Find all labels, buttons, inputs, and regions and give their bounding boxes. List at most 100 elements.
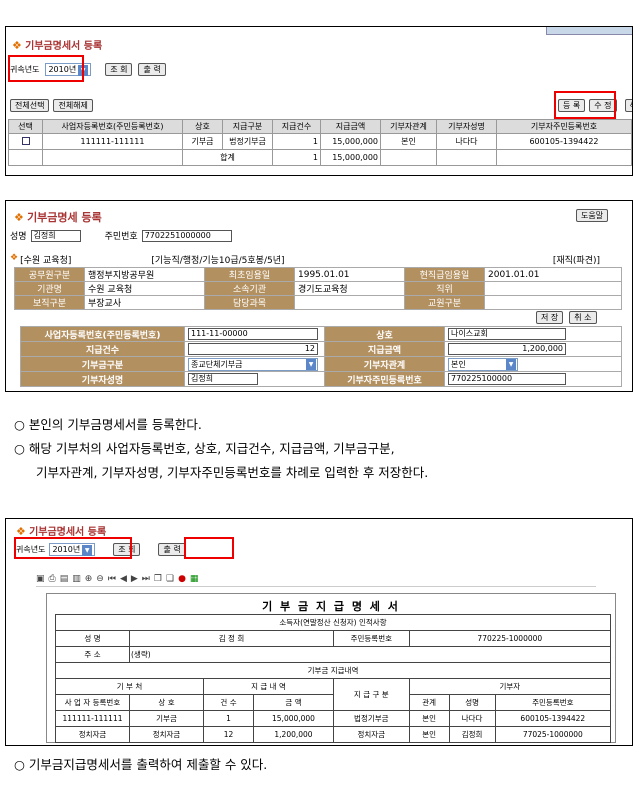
diamond-icon: ❖ (10, 253, 19, 263)
save-icon[interactable]: ▣ (36, 574, 45, 584)
type-select[interactable]: 종교단체기부금 ▼ (188, 357, 318, 371)
panel-title: 기부금명세서 등록 (25, 41, 103, 52)
col-bizno: 사업자등록번호(주민등록번호) (42, 119, 183, 134)
sum-label: 합계 (182, 149, 273, 166)
first-page-icon[interactable]: ⏮ (108, 574, 116, 584)
info-value: 1995.01.01 (294, 267, 405, 282)
report-title: 기 부 금 지 급 명 세 서 (262, 600, 400, 613)
zoom-in-icon[interactable]: ⊕ (85, 574, 93, 584)
col-rel: 기부자관계 (380, 119, 437, 134)
info-value (294, 295, 405, 310)
export-icon[interactable]: ▤ (60, 574, 69, 584)
col-count: 지급건수 (272, 119, 321, 134)
sum-amount: 15,000,000 (320, 149, 381, 166)
col-type: 지급구분 (222, 119, 273, 134)
id-field[interactable]: 7702251000000 (141, 229, 232, 242)
report-id-value: 770225-1000000 (408, 630, 612, 647)
excel-icon[interactable]: ▦ (190, 574, 199, 584)
chevron-down-icon: ▼ (306, 358, 316, 370)
highlight-box (8, 55, 84, 82)
cell-type: 법정기부금 (222, 133, 273, 150)
print-panel: ❖ 기부금명세서 등록 귀속년도 2010년 ▼ 조 회 출 력 ▣ ⎙ ▤ ▥ ⊕ ⊖ ⏮ ◀… (5, 518, 633, 746)
col-amount: 지급금액 (320, 119, 381, 134)
dname-input[interactable]: 김정희 (188, 373, 258, 385)
highlight-box (554, 91, 616, 119)
info-label: 교원구분 (404, 295, 485, 310)
table-row: 111111-111111 기부금 1 15,000,000 법정기부금 본인 나다다 600… (55, 710, 612, 727)
desc-line: 해당 기부처의 사업자등록번호, 상호, 지급건수, 지급금액, 기부금구분, (28, 441, 395, 456)
report-kind: 지 급 구 분 (333, 678, 410, 711)
next-page-icon[interactable]: ▶ (131, 574, 138, 584)
donation-list-panel: ❖ 기부금명세서 등록 귀속년도 2010년 ▼ 조 회 출 력 전체선택 전체해… (5, 26, 633, 176)
print-button[interactable]: 출 력 (138, 63, 166, 76)
info-value: 2001.01.01 (484, 267, 622, 282)
report-giver: 기 부 처 (55, 678, 204, 695)
page-setup-icon[interactable]: ▥ (72, 574, 81, 584)
report-name-value: 김 정 희 (129, 630, 334, 647)
diamond-icon: ❖ (14, 211, 24, 224)
delete-button[interactable]: 삭 (624, 99, 632, 112)
cell-donorid: 600105-1394422 (496, 133, 632, 150)
name-label: 성명 (10, 232, 27, 242)
id-label: 주민번호 (104, 232, 138, 242)
highlight-box (14, 537, 132, 559)
deselect-all-button[interactable]: 전체해제 (53, 99, 93, 112)
count-label: 지급건수 (20, 341, 185, 357)
report-addr-label: 주 소 (55, 646, 130, 663)
select-all-button[interactable]: 전체선택 (10, 99, 50, 112)
did-label: 기부자주민등록번호 (324, 371, 445, 387)
report-table: 소득자(연말정산 신청자) 인적사항 성 명 김 정 희 주민등록번호 7702… (55, 614, 612, 743)
did-input[interactable]: 770225100000 (448, 373, 566, 385)
rel-select[interactable]: 본인 ▼ (448, 357, 518, 371)
printer-icon[interactable]: ⎙ (49, 574, 56, 584)
bullet: ○ (14, 441, 25, 456)
dname-label: 기부자성명 (20, 371, 185, 387)
help-button[interactable]: 도움말 (576, 209, 609, 222)
type-label: 기부금구분 (20, 356, 185, 372)
save-button[interactable]: 저 장 (536, 311, 564, 324)
info-value (484, 281, 622, 296)
row-checkbox[interactable] (21, 136, 30, 145)
col-donor: 기부자성명 (436, 119, 497, 134)
query-button[interactable]: 조 회 (105, 63, 133, 76)
report-amt: 금 액 (253, 694, 334, 711)
cell-bizno: 111111-111111 (42, 133, 183, 150)
print-button[interactable]: 출 력 (158, 543, 186, 556)
trade-input[interactable]: 나이스교회 (448, 328, 566, 340)
table-row[interactable]: 111111-111111 기부금 법정기부금 1 15,000,000 본인 … (8, 133, 632, 150)
info-label: 현직급임용일 (404, 267, 485, 282)
bullet: ○ (14, 757, 25, 772)
cell-rel: 본인 (380, 133, 437, 150)
desc-line: 기부금지급명세서를 출력하여 제출할 수 있다. (28, 757, 268, 772)
name-field[interactable]: 김정희 (30, 229, 81, 242)
status-label: [재직(파견)] (552, 256, 600, 266)
info-label: 최초임용일 (204, 267, 295, 282)
amount-input[interactable]: 1,200,000 (448, 343, 566, 355)
grade-label: [기능직/행정/기능10급/5호봉/5년] (151, 256, 285, 266)
info-label: 담당과목 (204, 295, 295, 310)
highlight-box (184, 537, 234, 559)
biz-input[interactable]: 111-11-00000 (188, 328, 318, 340)
window-tab-fragment (546, 27, 632, 35)
donation-form: 사업자등록번호(주민등록번호) 111-11-00000 상호 나이스교회 지급… (20, 326, 622, 387)
clip-icon[interactable]: ❏ (166, 574, 174, 584)
count-input[interactable]: 12 (188, 343, 318, 355)
report-dname: 성명 (448, 694, 496, 711)
col-donorid: 기부자주민등록번호 (496, 119, 632, 134)
col-name: 상호 (182, 119, 223, 134)
cell-donor: 나다다 (436, 133, 497, 150)
stop-icon[interactable]: ● (178, 574, 186, 584)
zoom-out-icon[interactable]: ⊖ (96, 574, 104, 584)
prev-page-icon[interactable]: ◀ (120, 574, 127, 584)
desc-line: 기부자관계, 기부자성명, 기부자주민등록번호를 차례로 입력한 후 저장한다. (36, 465, 429, 480)
info-value: 경기도교육청 (294, 281, 405, 296)
info-value (484, 295, 622, 310)
cancel-button[interactable]: 취 소 (569, 311, 597, 324)
donation-form-panel: ❖ 기부금명세 등록 도움말 성명 김정희 주민번호 7702251000000… (5, 200, 633, 392)
rel-label: 기부자관계 (324, 356, 445, 372)
last-page-icon[interactable]: ⏭ (142, 574, 150, 584)
copy-icon[interactable]: ❐ (154, 574, 162, 584)
info-label: 공무원구분 (14, 267, 85, 282)
school-label: [수원 교육청] (20, 256, 72, 266)
report-addr-value: (생략) (129, 646, 611, 663)
